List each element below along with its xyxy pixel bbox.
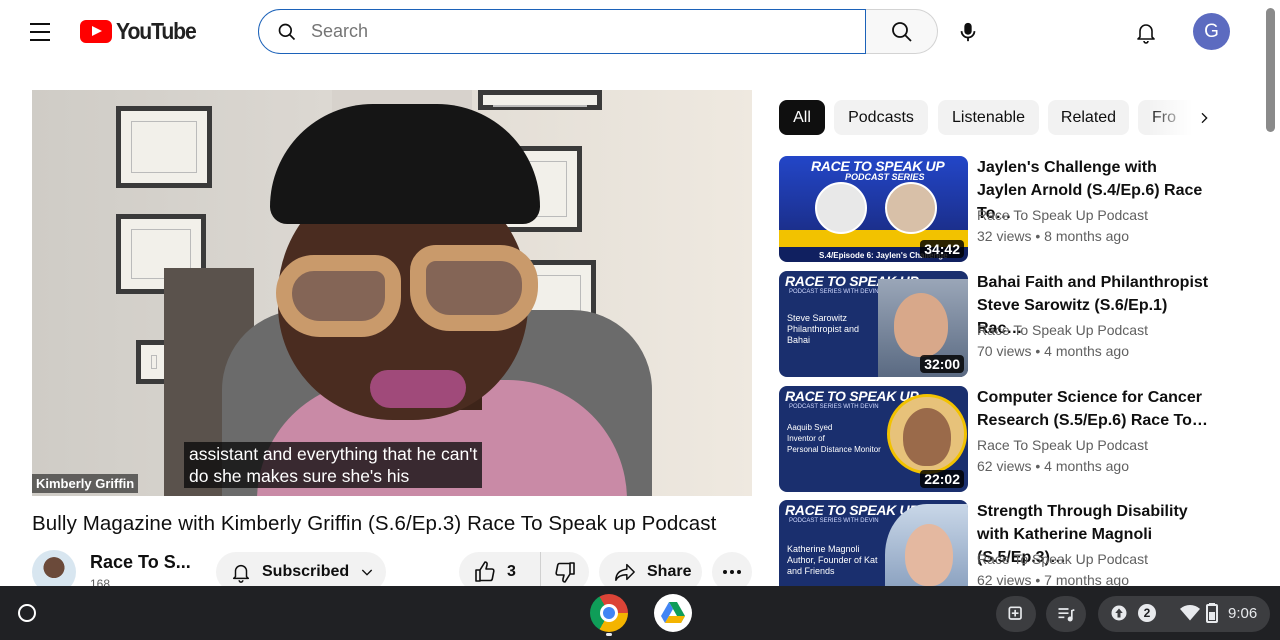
- upload-age: 8 months ago: [1044, 228, 1129, 244]
- account-avatar[interactable]: G: [1193, 13, 1230, 50]
- related-video-item[interactable]: RACE TO SPEAK UP PODCAST SERIES S.4/Epis…: [779, 156, 1249, 262]
- running-indicator: [606, 633, 612, 636]
- video-thumbnail[interactable]: RACE TO SPEAK UP PODCAST SERIES S.4/Epis…: [779, 156, 968, 262]
- youtube-logo[interactable]: YouTube: [80, 18, 203, 45]
- glasses-right: [410, 245, 538, 331]
- thumbnail-guest: Katherine Magnoli Author, Founder of Kat…: [787, 544, 878, 576]
- video-title: Bully Magazine with Kimberly Griffin (S.…: [32, 512, 717, 535]
- guest-face: [905, 524, 953, 586]
- video-thumbnail[interactable]: RACE TO SPEAK UP PODCAST SERIES WITH DEV…: [779, 271, 968, 377]
- search-button[interactable]: [866, 9, 938, 54]
- chip-all[interactable]: All: [779, 100, 825, 135]
- speaker-lips: [370, 370, 466, 408]
- thumbnail-subtitle: PODCAST SERIES WITH DEVIN: [789, 289, 879, 295]
- google-drive-icon[interactable]: [654, 594, 692, 632]
- caption-line-2: do she makes sure she's his: [189, 466, 410, 486]
- glasses-left: [276, 255, 401, 337]
- share-label: Share: [647, 563, 692, 580]
- view-count: 70 views: [977, 343, 1032, 359]
- media-controls-button[interactable]: [1046, 596, 1086, 632]
- wifi-icon: [1180, 605, 1200, 621]
- page-scrollbar[interactable]: [1266, 8, 1275, 132]
- related-video-channel[interactable]: Race To Speak Up Podcast: [977, 207, 1148, 223]
- related-video-channel[interactable]: Race To Speak Up Podcast: [977, 551, 1148, 567]
- search-icon: [891, 21, 912, 42]
- update-icon: [1111, 605, 1127, 621]
- guest-face: [903, 408, 951, 466]
- related-video-meta: 70 views • 4 months ago: [977, 343, 1129, 359]
- search-field-container[interactable]: [258, 9, 866, 54]
- launcher-icon[interactable]: [18, 604, 36, 622]
- menu-icon[interactable]: [24, 18, 58, 46]
- chevron-down-icon: [362, 569, 373, 576]
- wall-frame: [478, 90, 602, 110]
- guest-portrait: [885, 182, 937, 234]
- chips-next-button[interactable]: [1188, 102, 1220, 134]
- thumbnail-title: RACE TO SPEAK UP: [785, 388, 919, 404]
- speaker-nameplate: Kimberly Griffin: [32, 474, 139, 493]
- subscribed-label: Subscribed: [262, 563, 350, 580]
- bell-icon: [1137, 24, 1155, 44]
- holding-space-button[interactable]: [996, 596, 1036, 632]
- chrome-icon[interactable]: [590, 594, 628, 632]
- playlist-music-icon: [1058, 608, 1075, 622]
- youtube-play-icon: [80, 20, 112, 43]
- video-duration: 34:42: [920, 240, 964, 258]
- video-thumbnail[interactable]: RACE TO SPEAK UP PODCAST SERIES WITH DEV…: [779, 386, 968, 492]
- video-duration: 22:02: [920, 470, 964, 488]
- search-icon: [278, 23, 296, 40]
- related-video-channel[interactable]: Race To Speak Up Podcast: [977, 437, 1148, 453]
- thumbnail-subtitle: PODCAST SERIES: [845, 172, 925, 182]
- view-count: 32 views: [977, 228, 1032, 244]
- chip-podcasts[interactable]: Podcasts: [834, 100, 928, 135]
- os-shelf: [0, 586, 1280, 640]
- top-bar: YouTube G: [0, 0, 1280, 64]
- notifications-button[interactable]: [1128, 14, 1164, 50]
- video-player[interactable]: Kimberly Griffin assistant and everythin…: [32, 90, 752, 496]
- thumbnail-subtitle: PODCAST SERIES WITH DEVIN: [789, 518, 879, 524]
- notification-count-badge[interactable]: 2: [1138, 604, 1156, 622]
- related-video-item[interactable]: RACE TO SPEAK UP PODCAST SERIES WITH DEV…: [779, 271, 1249, 377]
- share-icon: [615, 563, 635, 581]
- holding-space-icon: [1008, 606, 1022, 620]
- like-count: 3: [507, 563, 516, 580]
- guest-face: [894, 293, 948, 357]
- related-video-title[interactable]: Computer Science for Cancer Research (S.…: [977, 386, 1209, 432]
- chip-related[interactable]: Related: [1048, 100, 1129, 135]
- view-count: 62 views: [977, 458, 1032, 474]
- related-video-channel[interactable]: Race To Speak Up Podcast: [977, 322, 1148, 338]
- upload-age: 4 months ago: [1044, 458, 1129, 474]
- voice-search-button[interactable]: [950, 14, 986, 50]
- wall-frame: [116, 106, 212, 188]
- search-input[interactable]: [311, 21, 831, 42]
- thumbnail-guest: Steve Sarowitz Philanthropist and Bahai: [787, 313, 860, 345]
- video-duration: 32:00: [920, 355, 964, 373]
- channel-name[interactable]: Race To S...: [90, 552, 191, 573]
- host-portrait: [815, 182, 867, 234]
- thumbs-up-icon: [475, 561, 495, 582]
- battery-icon: [1206, 603, 1218, 623]
- closed-caption: assistant and everything that he can't d…: [184, 442, 483, 488]
- chip-listenable[interactable]: Listenable: [938, 100, 1039, 135]
- system-clock: 9:06: [1228, 605, 1258, 622]
- related-video-meta: 32 views • 8 months ago: [977, 228, 1129, 244]
- caption-line-1: assistant and everything that he can't: [189, 444, 478, 464]
- more-horizontal-icon: [723, 570, 741, 574]
- related-video-meta: 62 views • 4 months ago: [977, 458, 1129, 474]
- microphone-icon: [960, 22, 976, 42]
- thumbs-down-icon: [555, 562, 575, 583]
- search-bar: [258, 9, 938, 54]
- thumbnail-subtitle: PODCAST SERIES WITH DEVIN: [789, 404, 879, 410]
- bell-icon: [232, 564, 250, 583]
- upload-age: 4 months ago: [1044, 343, 1129, 359]
- related-video-item[interactable]: RACE TO SPEAK UP PODCAST SERIES WITH DEV…: [779, 386, 1249, 492]
- drive-logo-icon: [661, 602, 685, 623]
- thumbnail-guest: Aaquib Syed Inventor of Personal Distanc…: [787, 423, 881, 454]
- chevron-right-icon: [1201, 112, 1208, 124]
- logo-text: YouTube: [116, 18, 197, 44]
